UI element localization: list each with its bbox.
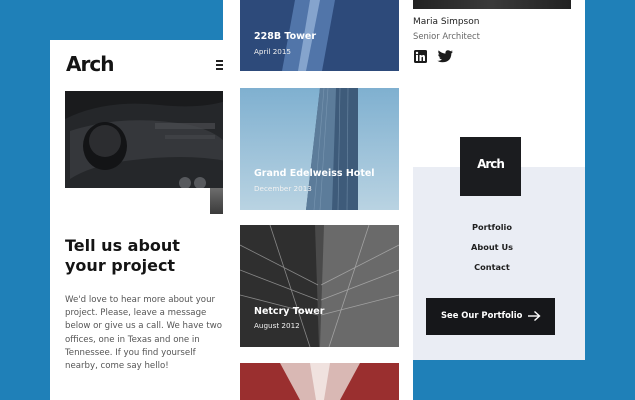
- project-name: Netcry Tower: [254, 306, 325, 317]
- team-photo: [413, 0, 571, 9]
- projects-screen: 228B Tower April 2015 Grand Edelweiss Ho…: [223, 0, 413, 400]
- contact-title: Tell us about your project: [65, 236, 180, 275]
- see-portfolio-button[interactable]: See Our Portfolio: [426, 298, 555, 335]
- team-member-name: Maria Simpson: [413, 17, 480, 27]
- project-card[interactable]: 228B Tower April 2015: [240, 0, 399, 71]
- team-member-role: Senior Architect: [413, 31, 480, 41]
- footer-link-contact[interactable]: Contact: [413, 262, 571, 272]
- footer-link-portfolio[interactable]: Portfolio: [413, 222, 571, 232]
- hero-photo: [65, 91, 226, 188]
- contact-screen: Arch Tell us about your project We'd lov…: [50, 40, 226, 400]
- footer-logo-text: Arch: [477, 157, 505, 171]
- project-name: Grand Edelweiss Hotel: [254, 168, 375, 179]
- button-label: See Our Portfolio: [441, 310, 523, 320]
- twitter-icon[interactable]: [437, 50, 453, 63]
- arrow-right-icon: [528, 310, 541, 322]
- project-date: April 2015: [254, 47, 292, 56]
- project-date: August 2012: [254, 321, 300, 330]
- linkedin-icon[interactable]: [414, 50, 427, 63]
- footer-logo[interactable]: Arch: [460, 137, 521, 196]
- site-logo[interactable]: Arch: [66, 52, 114, 76]
- team-footer-screen: Maria Simpson Senior Architect Portfolio…: [413, 0, 585, 360]
- footer-link-about[interactable]: About Us: [413, 242, 571, 252]
- project-name: 228B Tower: [254, 31, 317, 42]
- contact-description: We'd love to hear more about your projec…: [65, 295, 222, 372]
- project-card[interactable]: [240, 363, 399, 400]
- project-card[interactable]: Netcry Tower August 2012: [240, 225, 399, 347]
- project-card[interactable]: Grand Edelweiss Hotel December 2013: [240, 88, 399, 210]
- project-date: December 2013: [254, 184, 312, 193]
